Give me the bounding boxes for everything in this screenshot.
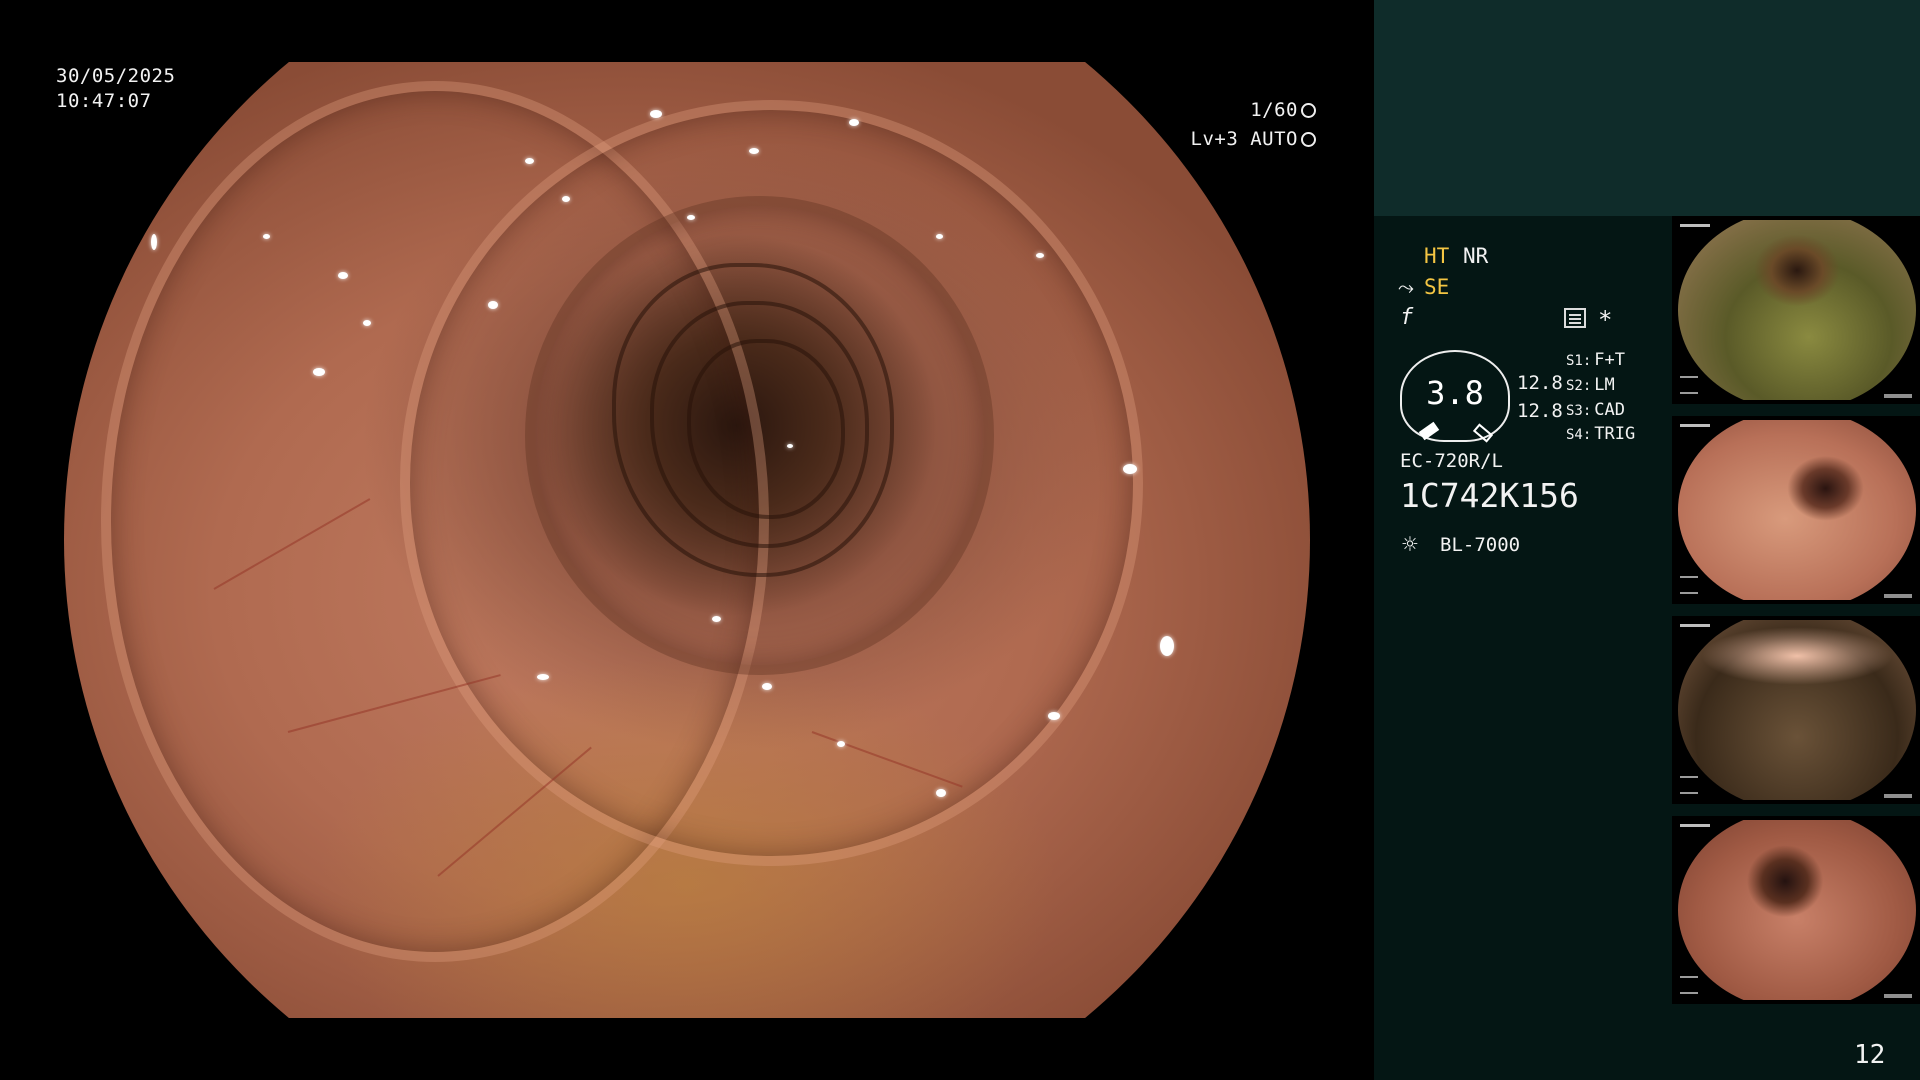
- menu-icon: [1564, 308, 1586, 328]
- thumbnail-overlay: [1680, 624, 1710, 627]
- thumbnail-image: [1678, 820, 1916, 1000]
- switch-label: S1:: [1566, 353, 1592, 369]
- ht-indicator: HT: [1424, 244, 1450, 268]
- shutter-label: 1/60: [1250, 99, 1298, 121]
- color-mode-icon: f: [1400, 305, 1414, 330]
- panel-header: [1374, 0, 1920, 216]
- thumbnail-overlay: [1884, 994, 1912, 998]
- capture-thumbnail[interactable]: [1672, 216, 1920, 404]
- switch-label: S3:: [1566, 403, 1592, 419]
- scope-serial: 1C742K156: [1400, 476, 1579, 515]
- thumbnail-overlay: [1884, 794, 1912, 798]
- light-reflection: [836, 740, 845, 747]
- scope-model: EC-720R/L: [1400, 450, 1503, 472]
- thumbnail-image: [1678, 220, 1916, 400]
- gauge-left-marker: [1418, 421, 1440, 441]
- thumbnail-overlay: [1884, 594, 1912, 598]
- nr-indicator: NR: [1463, 244, 1489, 268]
- capture-thumbnail[interactable]: [1672, 416, 1920, 604]
- info-panel: HT NR ⤳ SE f * 3.8 12.8 12.8 S1: F+T S2: L…: [1374, 0, 1920, 1080]
- exposure-icon: [1301, 132, 1316, 147]
- gauge-reading-2: 12.8: [1517, 400, 1563, 422]
- light-reflection: [525, 157, 535, 164]
- switch-4: S4: TRIG: [1566, 424, 1635, 444]
- structure-enhance-icon: ⤳: [1398, 275, 1414, 299]
- light-reflection: [1160, 635, 1175, 656]
- light-reflection: [487, 301, 498, 309]
- switch-value: CAD: [1594, 400, 1626, 420]
- thumbnail-overlay: [1680, 824, 1710, 827]
- thumbnail-overlay: [1884, 394, 1912, 398]
- exam-time: 10:47:07: [56, 90, 152, 112]
- thumbnail-overlay: [1680, 376, 1698, 394]
- light-reflection: [649, 109, 662, 118]
- endoscope-live-image: [64, 62, 1310, 1018]
- capture-thumbnail[interactable]: [1672, 616, 1920, 804]
- asterisk-indicator: *: [1598, 306, 1613, 334]
- switch-value: TRIG: [1594, 424, 1636, 444]
- page-number: 12: [1854, 1040, 1886, 1070]
- light-source-model: BL-7000: [1440, 534, 1521, 556]
- shutter-speed: 1/60: [1250, 98, 1316, 122]
- switch-2: S2: LM: [1566, 375, 1615, 395]
- switch-label: S4:: [1566, 427, 1592, 443]
- switch-label: S2:: [1566, 378, 1592, 394]
- switch-value: F+T: [1594, 350, 1626, 370]
- gauge-reading-1: 12.8: [1517, 372, 1563, 394]
- gauge-value: 3.8: [1426, 374, 1484, 412]
- light-reflection: [936, 788, 947, 797]
- switch-value: LM: [1594, 375, 1615, 395]
- light-reflection: [1123, 463, 1138, 474]
- switch-3: S3: CAD: [1566, 400, 1625, 420]
- se-indicator: SE: [1424, 275, 1450, 299]
- exam-date: 30/05/2025: [56, 65, 176, 87]
- thumbnail-overlay: [1680, 776, 1698, 794]
- light-source-icon: ☼: [1402, 530, 1418, 560]
- shutter-icon: [1301, 103, 1316, 118]
- light-reflection: [151, 234, 158, 251]
- exposure-label: Lv+3 AUTO: [1190, 128, 1298, 150]
- thumbnail-overlay: [1680, 976, 1698, 994]
- gauge-right-marker: [1472, 423, 1494, 443]
- capture-thumbnail[interactable]: [1672, 816, 1920, 1004]
- thumbnail-overlay: [1680, 424, 1710, 427]
- switch-1: S1: F+T: [1566, 350, 1625, 370]
- exposure-mode: Lv+3 AUTO: [1191, 127, 1316, 151]
- thumbnail-image: [1678, 420, 1916, 600]
- thumbnail-overlay: [1680, 576, 1698, 594]
- thumbnail-image: [1678, 620, 1916, 800]
- thumbnail-overlay: [1680, 224, 1710, 227]
- magnification-gauge: 3.8: [1400, 350, 1510, 443]
- light-reflection: [313, 367, 326, 376]
- light-reflection: [687, 214, 695, 220]
